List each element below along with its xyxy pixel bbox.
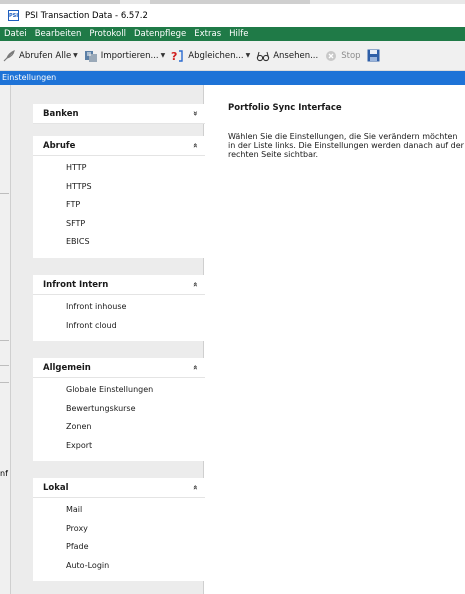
settings-link-bewertungskurse[interactable]: Bewertungskurse	[66, 400, 208, 419]
menu-protokoll[interactable]: Protokoll	[89, 29, 126, 39]
settings-sidebar: Banken » Abrufe « HTTP HTTPS FTP SFTP EB…	[11, 85, 208, 594]
stop-label: Stop	[341, 50, 361, 61]
settings-link-infront-inhouse[interactable]: Infront inhouse	[66, 298, 208, 317]
group-header-lokal[interactable]: Lokal «	[33, 478, 208, 498]
fetch-all-button[interactable]: Abrufen Alle ▼	[2, 49, 78, 63]
group-infront-intern: Infront Intern « Infront inhouse Infront…	[33, 275, 208, 341]
group-abrufe: Abrufe « HTTP HTTPS FTP SFTP EBICS	[33, 136, 208, 258]
reconcile-icon: ?	[171, 49, 185, 63]
menu-bearbeiten[interactable]: Bearbeiten	[35, 29, 82, 39]
reconcile-button[interactable]: ? Abgleichen... ▼	[171, 49, 250, 63]
settings-link-auto-login[interactable]: Auto-Login	[66, 557, 208, 576]
group-header-abrufe[interactable]: Abrufe «	[33, 136, 208, 156]
group-header-infront-intern[interactable]: Infront Intern «	[33, 275, 208, 295]
settings-link-https[interactable]: HTTPS	[66, 178, 208, 197]
menu-hilfe[interactable]: Hilfe	[229, 29, 248, 39]
toolbar: Abrufen Alle ▼ Importieren... ▼ ? Abglei…	[0, 41, 465, 71]
stop-button[interactable]: Stop	[324, 49, 361, 63]
settings-link-ebics[interactable]: EBICS	[66, 233, 208, 252]
settings-content-pane: Portfolio Sync Interface Wählen Sie die …	[205, 85, 465, 594]
background-divider	[0, 340, 9, 341]
view-button[interactable]: Ansehen...	[256, 49, 318, 63]
settings-link-mail[interactable]: Mail	[66, 501, 208, 520]
group-title: Banken	[43, 108, 79, 119]
panel-title-bar: Einstellungen	[0, 71, 465, 85]
chevron-collapse-icon[interactable]: «	[191, 282, 200, 287]
fetch-all-label: Abrufen Alle	[19, 50, 72, 61]
feather-icon	[2, 49, 16, 63]
import-button[interactable]: Importieren... ▼	[84, 49, 165, 63]
background-window-edge: nf	[0, 85, 11, 594]
settings-link-infront-cloud[interactable]: Infront cloud	[66, 317, 208, 336]
content-description: Wählen Sie die Einstellungen, die Sie ve…	[228, 132, 464, 159]
stop-icon	[324, 49, 338, 63]
chevron-collapse-icon[interactable]: «	[191, 143, 200, 148]
group-header-banken[interactable]: Banken »	[33, 104, 208, 124]
dropdown-arrow-icon[interactable]: ▼	[73, 52, 78, 59]
settings-link-http[interactable]: HTTP	[66, 159, 208, 178]
settings-link-globale-einstellungen[interactable]: Globale Einstellungen	[66, 381, 208, 400]
menu-datei[interactable]: Datei	[4, 29, 27, 39]
dropdown-arrow-icon[interactable]: ▼	[246, 52, 251, 59]
import-icon	[84, 49, 98, 63]
title-bar: PSI PSI Transaction Data - 6.57.2	[0, 4, 465, 27]
save-icon	[367, 49, 381, 63]
settings-link-proxy[interactable]: Proxy	[66, 520, 208, 539]
group-title: Allgemein	[43, 362, 91, 373]
background-text-snippet: nf	[0, 469, 8, 478]
glasses-icon	[256, 49, 270, 63]
window-title: PSI Transaction Data - 6.57.2	[25, 10, 148, 21]
group-title: Lokal	[43, 482, 69, 493]
group-title: Abrufe	[43, 140, 76, 151]
group-header-allgemein[interactable]: Allgemein «	[33, 358, 208, 378]
background-divider	[0, 382, 9, 383]
group-allgemein: Allgemein « Globale Einstellungen Bewert…	[33, 358, 208, 461]
dropdown-arrow-icon[interactable]: ▼	[161, 52, 166, 59]
content-title: Portfolio Sync Interface	[228, 103, 342, 113]
group-banken: Banken »	[33, 104, 208, 124]
chevron-collapse-icon[interactable]: «	[191, 365, 200, 370]
chevron-collapse-icon[interactable]: «	[191, 485, 200, 490]
import-label: Importieren...	[100, 50, 159, 61]
settings-link-sftp[interactable]: SFTP	[66, 215, 208, 234]
chevron-expand-icon[interactable]: »	[191, 111, 200, 116]
settings-link-ftp[interactable]: FTP	[66, 196, 208, 215]
settings-link-export[interactable]: Export	[66, 437, 208, 456]
reconcile-label: Abgleichen...	[188, 50, 244, 61]
background-divider	[0, 193, 9, 194]
menu-bar: Datei Bearbeiten Protokoll Datenpflege E…	[0, 27, 465, 41]
background-divider	[0, 365, 9, 366]
svg-text:?: ?	[171, 50, 177, 63]
group-title: Infront Intern	[43, 279, 109, 290]
app-icon: PSI	[8, 10, 19, 21]
settings-link-pfade[interactable]: Pfade	[66, 538, 208, 557]
view-label: Ansehen...	[273, 50, 319, 61]
menu-extras[interactable]: Extras	[194, 29, 221, 39]
group-lokal: Lokal « Mail Proxy Pfade Auto-Login	[33, 478, 208, 581]
settings-link-zonen[interactable]: Zonen	[66, 418, 208, 437]
menu-datenpflege[interactable]: Datenpflege	[134, 29, 186, 39]
save-button[interactable]	[367, 49, 384, 63]
